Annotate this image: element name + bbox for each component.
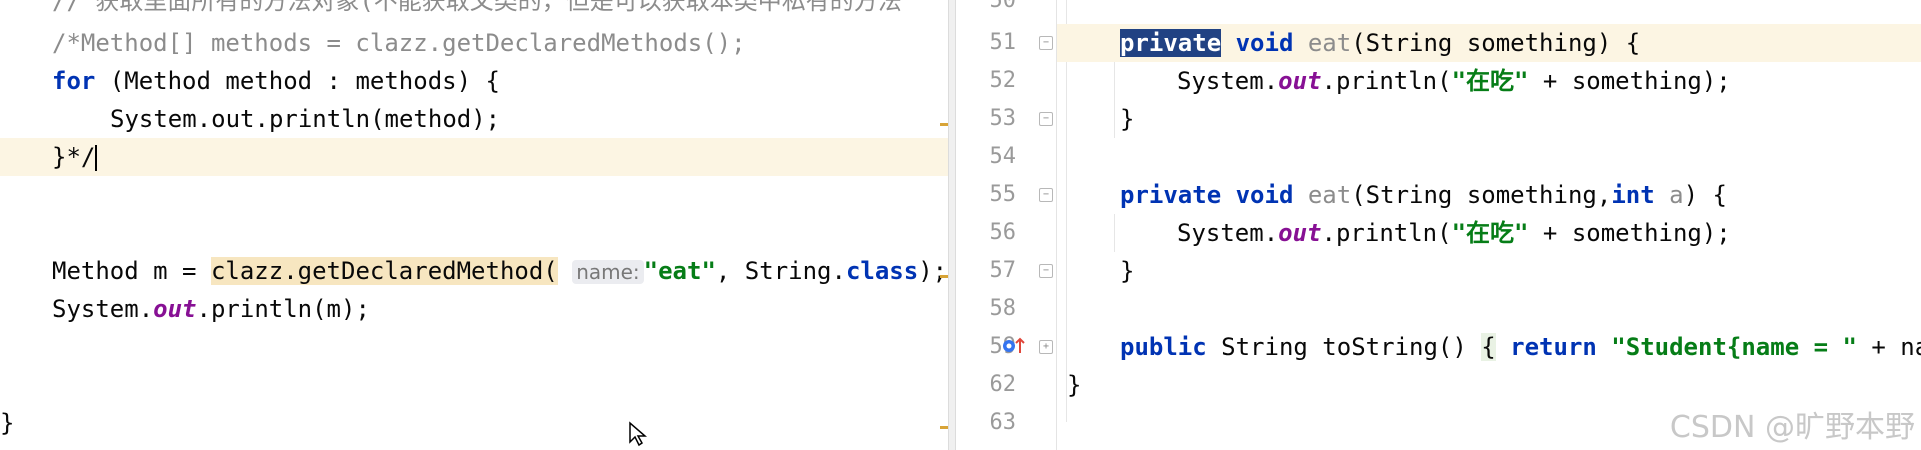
keyword: void (1235, 29, 1294, 57)
code-text: , String. (715, 257, 846, 285)
current-line[interactable]: private void eat(String something) { (1057, 24, 1921, 62)
folded-brace[interactable]: { (1481, 333, 1496, 361)
change-marker (940, 275, 948, 278)
code-text: (String something, (1351, 181, 1612, 209)
comment-text: // 获取里面所有的方法对象(不能获取父类的，但是可以获取本类中私有的方法 (52, 0, 902, 15)
parameter-name: a (1654, 181, 1684, 209)
code-text: + something); (1528, 219, 1731, 247)
code-text: System. (52, 295, 154, 323)
comment-text: /*Method[] methods = clazz.getDeclaredMe… (52, 29, 746, 57)
line-number: 52 (989, 68, 1017, 93)
code-text: + na (1871, 333, 1921, 361)
line-number-gutter[interactable]: 50 51 52 53 54 55 56 57 58 59 62 63 − − … (956, 0, 1057, 450)
fold-icon[interactable]: − (1039, 188, 1053, 202)
method-name: eat (1307, 181, 1352, 209)
code-line: for (Method method : methods) { (0, 62, 948, 100)
code-line: } (1057, 366, 1921, 404)
method-call-highlight: clazz.getDeclaredMethod( (210, 257, 558, 285)
line-number: 58 (989, 296, 1017, 321)
code-text: + something); (1528, 67, 1731, 95)
code-text: } (1067, 371, 1082, 399)
expand-fold-icon[interactable]: + (1039, 340, 1053, 354)
code-text: .println( (1321, 67, 1452, 95)
code-line: } (1057, 100, 1921, 138)
line-number: 53 (989, 106, 1017, 131)
watermark: CSDN @旷野本野 (1669, 410, 1915, 445)
field-name: out (1278, 219, 1322, 247)
string-literal: "在吃" (1451, 67, 1529, 95)
fold-icon[interactable]: − (1039, 264, 1053, 278)
code-text: }*/ (52, 143, 96, 171)
code-text: System. (1177, 219, 1279, 247)
keyword: int (1611, 181, 1655, 209)
line-number: 50 (989, 0, 1017, 13)
code-text: Method m = (52, 257, 211, 285)
code-text: (Method method : methods) { (95, 67, 500, 95)
keyword: private (1120, 181, 1222, 209)
line-number: 57 (989, 258, 1017, 283)
editor-splitter[interactable] (948, 0, 956, 450)
code-line: /*Method[] methods = clazz.getDeclaredMe… (0, 24, 948, 62)
code-line: private void eat(String something,int a)… (1057, 176, 1921, 214)
code-text: System. (1177, 67, 1279, 95)
code-line: System.out.println(m); (0, 290, 948, 328)
change-marker (940, 123, 948, 126)
code-text: String toString() (1206, 333, 1482, 361)
keyword: for (52, 67, 96, 95)
code-text: ) { (1683, 181, 1727, 209)
code-line: System.out.println(method); (0, 100, 948, 138)
parameter-hint: name: (572, 260, 644, 284)
fold-icon[interactable]: − (1039, 36, 1053, 50)
keyword: return (1495, 333, 1612, 361)
code-text: ); (918, 257, 948, 285)
override-icon[interactable] (1002, 336, 1026, 356)
field-name: out (1278, 67, 1322, 95)
code-line: Method m = clazz.getDeclaredMethod( name… (0, 252, 948, 290)
code-text: System.out.println(method); (110, 105, 501, 133)
code-text: } (1120, 257, 1135, 285)
line-number: 56 (989, 220, 1017, 245)
left-editor-pane[interactable]: // 获取里面所有的方法对象(不能获取父类的，但是可以获取本类中私有的方法 /*… (0, 0, 948, 450)
line-number: 55 (989, 182, 1017, 207)
code-text: } (1120, 105, 1135, 133)
string-literal: "eat" (643, 257, 716, 285)
code-line: System.out.println("在吃" + something); (1057, 214, 1921, 252)
line-number: 54 (989, 144, 1017, 169)
string-literal: "在吃" (1451, 219, 1529, 247)
selected-keyword: private (1120, 29, 1222, 57)
code-text: .println( (1321, 219, 1452, 247)
code-text: .println(m); (196, 295, 370, 323)
code-text: (String something) { (1351, 29, 1641, 57)
code-line: // 获取里面所有的方法对象(不能获取父类的，但是可以获取本类中私有的方法 (0, 0, 948, 20)
line-number: 51 (989, 30, 1017, 55)
code-line: } (0, 404, 948, 442)
for-statement: for (Method method : methods) { (52, 62, 500, 100)
text-caret (95, 145, 98, 171)
change-marker (940, 426, 948, 429)
line-number: 62 (989, 372, 1017, 397)
right-editor-pane[interactable]: 50 51 52 53 54 55 56 57 58 59 62 63 − − … (956, 0, 1921, 450)
code-line: } (1057, 252, 1921, 290)
code-text: } (0, 409, 15, 437)
string-literal: "Student{name = " (1611, 333, 1857, 361)
code-line: public String toString() { return "Stude… (1057, 328, 1921, 366)
code-line: System.out.println("在吃" + something); (1057, 62, 1921, 100)
field-name: out (153, 295, 197, 323)
mouse-pointer-icon (629, 421, 648, 447)
line-number: 63 (989, 410, 1017, 435)
keyword: public (1120, 333, 1207, 361)
keyword: class (845, 257, 919, 285)
method-name: eat (1307, 29, 1352, 57)
keyword: void (1235, 181, 1294, 209)
fold-icon[interactable]: − (1039, 112, 1053, 126)
current-line[interactable]: }*/ (0, 138, 948, 176)
